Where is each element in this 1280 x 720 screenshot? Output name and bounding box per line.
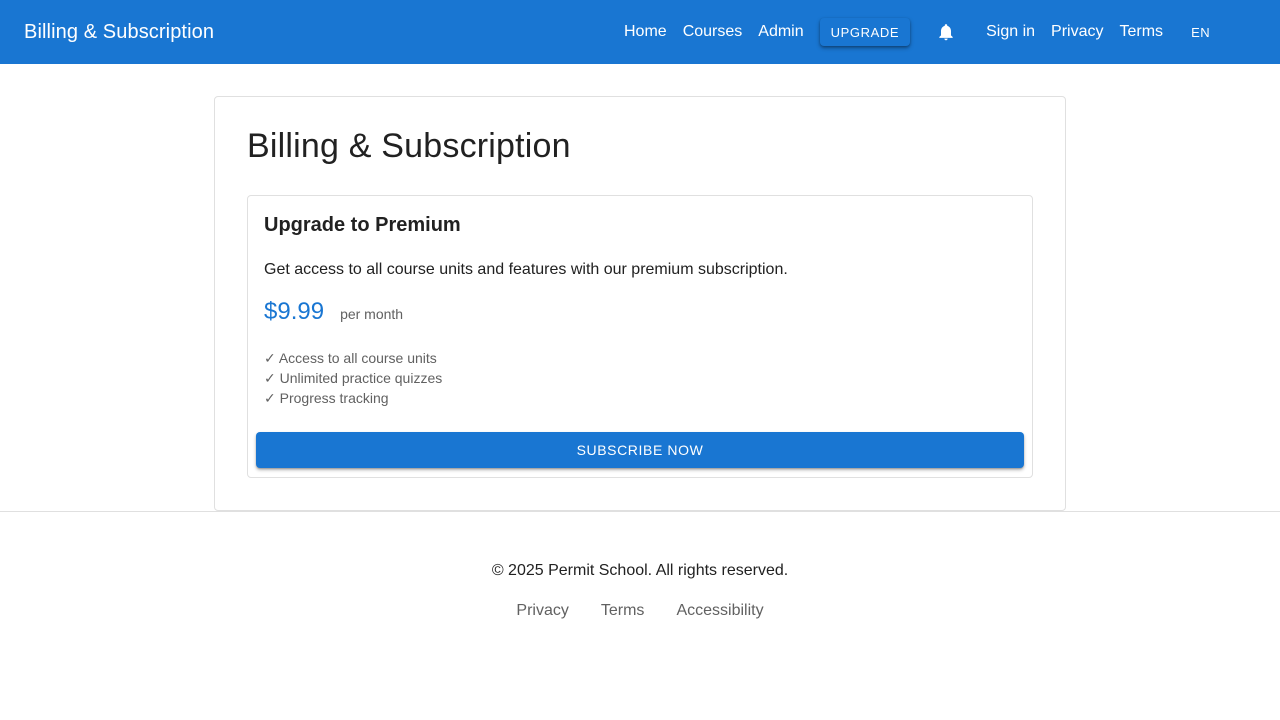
app-title: Billing & Subscription [24,21,215,43]
nav-terms-link[interactable]: Terms [1112,0,1172,64]
premium-plan-card: Upgrade to Premium Get access to all cou… [247,195,1033,478]
feature-item: ✓ Access to all course units [264,350,437,366]
copyright-text: © 2025 Permit School. All rights reserve… [491,562,789,579]
top-nav: Home Courses Admin UPGRADE Sign in Priva… [616,0,1210,64]
footer-privacy-link[interactable]: Privacy [516,602,568,620]
bell-icon-svg [939,24,953,41]
page-title: Billing & Subscription [247,127,571,165]
app-bar: Billing & Subscription Home Courses Admi… [0,0,1280,64]
footer-links: Privacy Terms Accessibility [0,602,1280,620]
billing-period: per month [340,306,404,322]
footer-terms-link[interactable]: Terms [601,602,645,620]
nav-privacy-link[interactable]: Privacy [1043,0,1111,64]
bell-icon[interactable] [934,20,958,44]
plan-title: Upgrade to Premium [264,214,461,236]
plan-price: $9.99 [264,298,325,325]
nav-courses-link[interactable]: Courses [675,0,751,64]
nav-sign-in-link[interactable]: Sign in [978,0,1043,64]
price-row: $9.99 per month [264,298,403,326]
subscribe-now-button[interactable]: SUBSCRIBE NOW [256,432,1024,468]
billing-card: Billing & Subscription Upgrade to Premiu… [214,96,1066,511]
nav-home-link[interactable]: Home [616,0,675,64]
footer-accessibility-link[interactable]: Accessibility [676,602,763,620]
upgrade-button[interactable]: UPGRADE [819,18,911,46]
plan-description: Get access to all course units and featu… [264,261,788,278]
footer: © 2025 Permit School. All rights reserve… [0,511,1280,720]
feature-item: ✓ Progress tracking [264,390,389,406]
feature-list: ✓ Access to all course units ✓ Unlimited… [264,348,442,408]
language-selector[interactable]: EN [1191,25,1210,40]
nav-admin-link[interactable]: Admin [750,0,811,64]
feature-item: ✓ Unlimited practice quizzes [264,370,443,386]
